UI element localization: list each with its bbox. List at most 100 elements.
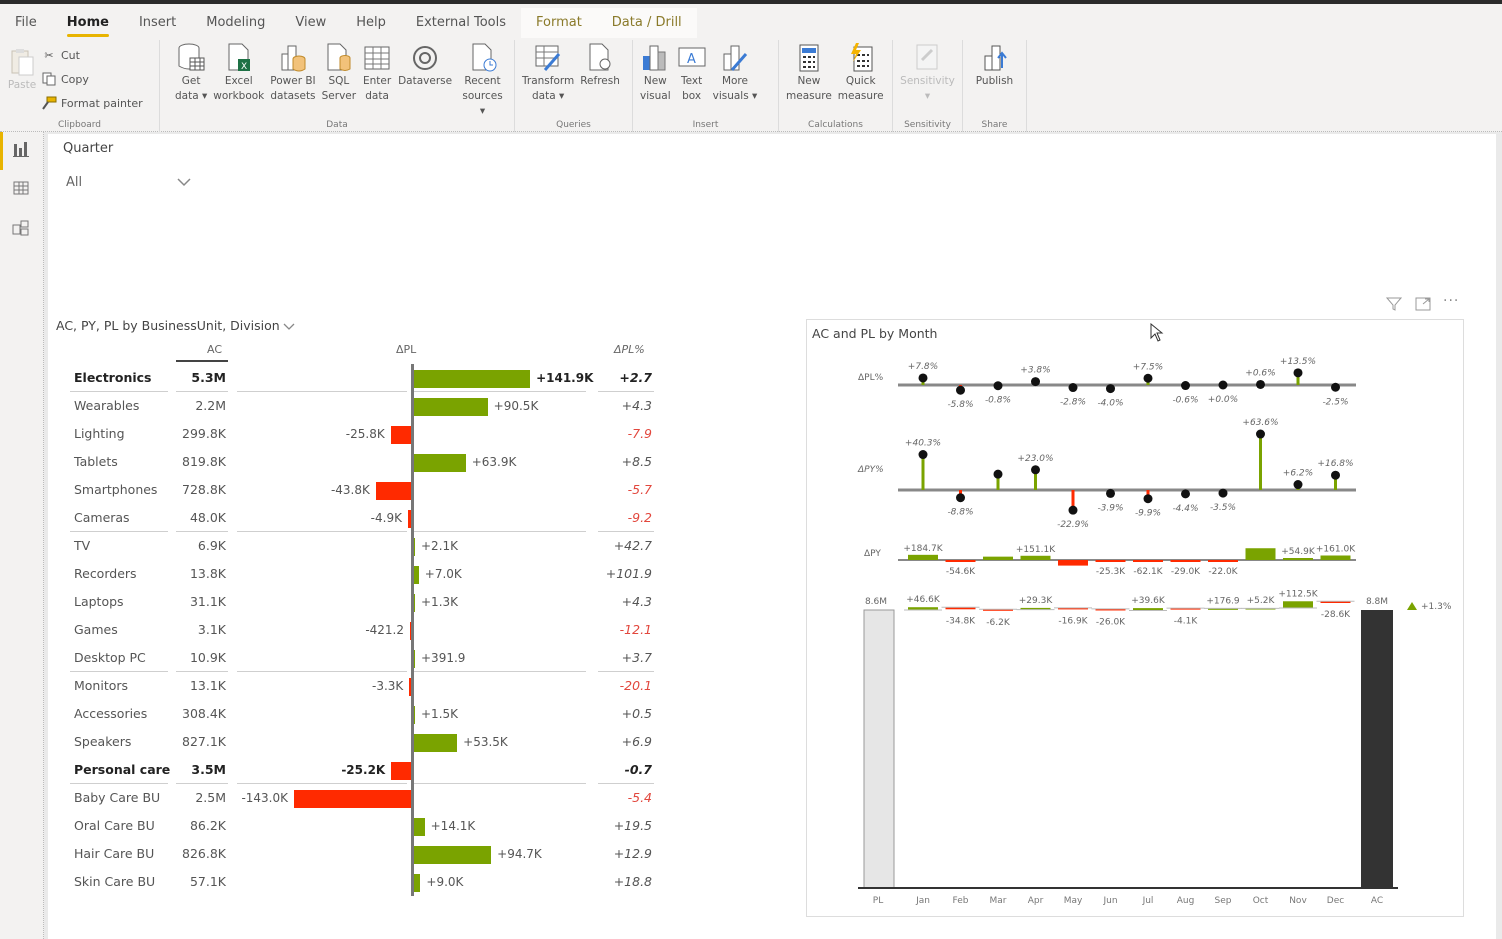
table-row[interactable]: Laptops 31.1K +1.3K +4.3 <box>70 588 660 616</box>
row-separator <box>414 391 586 392</box>
left-navigation <box>0 132 44 939</box>
model-view-button[interactable] <box>8 215 34 241</box>
delta-pl-bar[interactable] <box>413 818 425 836</box>
tab-format[interactable]: Format <box>520 8 597 38</box>
focus-mode-icon[interactable] <box>1415 297 1431 315</box>
delta-pl-label: -25.2K <box>341 763 386 777</box>
table-row[interactable]: Recorders 13.8K +7.0K +101.9 <box>70 560 660 588</box>
table-row[interactable]: Oral Care BU 86.2K +14.1K +19.5 <box>70 812 660 840</box>
table-row[interactable]: Desktop PC 10.9K +391.9 +3.7 <box>70 644 660 672</box>
tab-data-drill[interactable]: Data / Drill <box>596 8 697 38</box>
delta-pl-bar[interactable] <box>413 454 466 472</box>
recent-sources-button[interactable]: Recent sources ▾ <box>455 40 510 119</box>
more-visuals-button[interactable]: More visuals ▾ <box>710 40 761 104</box>
row-name: Smartphones <box>74 482 158 497</box>
transform-data-button[interactable]: Transform data ▾ <box>519 40 577 104</box>
dpl-pct-dot <box>1143 373 1153 383</box>
sensitivity-icon <box>912 42 942 74</box>
delta-pl-bar[interactable] <box>391 762 412 780</box>
tab-modeling[interactable]: Modeling <box>191 8 280 38</box>
drill-chevron-icon[interactable] <box>282 322 296 332</box>
tab-home[interactable]: Home <box>52 8 124 38</box>
enter-data-button[interactable]: Enter data <box>359 40 395 104</box>
data-view-button[interactable] <box>8 175 34 201</box>
dpl-pct-dot <box>956 385 965 395</box>
table-row[interactable]: Skin Care BU 57.1K +9.0K +18.8 <box>70 868 660 896</box>
header-ac: AC <box>207 343 223 356</box>
row-name: Recorders <box>74 566 137 581</box>
get-data-button[interactable]: Get data ▾ <box>172 40 210 104</box>
refresh-button[interactable]: Refresh <box>577 40 623 89</box>
quarter-slicer-dropdown[interactable]: All <box>60 167 198 197</box>
row-name: Laptops <box>74 594 124 609</box>
row-delta-pl-pct: +19.5 <box>613 818 652 833</box>
dpy-pct-label: +23.0% <box>1017 454 1053 464</box>
table-row[interactable]: Smartphones 728.8K -43.8K -5.7 <box>70 476 660 504</box>
row-name: Electronics <box>74 370 152 385</box>
table-row[interactable]: Wearables 2.2M +90.5K +4.3 <box>70 392 660 420</box>
ribbon-groups: Paste ✂ Cut Copy Format painter Clipboard… <box>0 40 1027 132</box>
table-row[interactable]: Tablets 819.8K +63.9K +8.5 <box>70 448 660 476</box>
tab-help[interactable]: Help <box>341 8 401 38</box>
filter-icon[interactable] <box>1385 297 1403 315</box>
x-axis-label: Mar <box>990 896 1007 906</box>
delta-pl-bar[interactable] <box>375 482 412 500</box>
new-measure-button[interactable]: New measure <box>783 40 835 104</box>
table-row[interactable]: Hair Care BU 826.8K +94.7K +12.9 <box>70 840 660 868</box>
tab-file[interactable]: File <box>0 8 52 38</box>
tab-external-tools[interactable]: External Tools <box>401 8 521 38</box>
x-axis-label: Jun <box>1102 896 1117 906</box>
row-separator <box>237 783 407 784</box>
delta-pl-bar[interactable] <box>413 846 492 864</box>
new-visual-button[interactable]: New visual <box>637 40 674 104</box>
delta-pl-bar[interactable] <box>413 398 488 416</box>
table-row[interactable]: TV 6.9K +2.1K +42.7 <box>70 532 660 560</box>
dpy-label: -54.6K <box>946 567 976 577</box>
waterfall-label: -16.9K <box>1058 616 1088 626</box>
quick-measure-button[interactable]: Quick measure <box>835 40 887 104</box>
row-separator <box>598 391 654 392</box>
table-row[interactable]: Electronics 5.3M +141.9K +2.7 <box>70 364 660 392</box>
tab-insert[interactable]: Insert <box>124 8 191 38</box>
table-row[interactable]: Games 3.1K -421.2 -12.1 <box>70 616 660 644</box>
table-row[interactable]: Baby Care BU 2.5M -143.0K -5.4 <box>70 784 660 812</box>
delta-pl-bar[interactable] <box>390 426 412 444</box>
cut-button[interactable]: ✂ Cut <box>40 43 143 67</box>
sql-server-button[interactable]: SQL Server <box>319 40 359 104</box>
dataverse-button[interactable]: Dataverse <box>395 40 455 89</box>
dpy-label: -62.1K <box>1133 567 1163 577</box>
copy-button[interactable]: Copy <box>40 67 143 91</box>
row-ac-value: 31.1K <box>189 594 226 609</box>
publish-button[interactable]: Publish <box>973 40 1016 89</box>
table-row[interactable]: Speakers 827.1K +53.5K +6.9 <box>70 728 660 756</box>
excel-workbook-button[interactable]: X Excel workbook <box>210 40 267 104</box>
dpy-label: -29.0K <box>1171 567 1201 577</box>
transform-data-icon <box>533 42 563 74</box>
tab-view[interactable]: View <box>280 8 341 38</box>
table-row[interactable]: Lighting 299.8K -25.8K -7.9 <box>70 420 660 448</box>
dpl-pct-label: -2.8% <box>1060 398 1086 408</box>
row-separator <box>70 783 168 784</box>
x-axis-label: PL <box>873 896 883 906</box>
row-delta-pl-pct: +0.5 <box>621 706 652 721</box>
paste-button[interactable]: Paste <box>4 44 40 93</box>
delta-pl-bar[interactable] <box>413 874 421 892</box>
delta-pl-bar[interactable] <box>413 370 531 388</box>
row-name: Accessories <box>74 706 148 721</box>
row-delta-pl-pct: +4.3 <box>621 398 652 413</box>
report-view-button[interactable] <box>8 136 34 162</box>
more-options-icon[interactable]: ··· <box>1443 293 1459 309</box>
row-ac-value: 819.8K <box>182 454 226 469</box>
delta-pl-bar[interactable] <box>413 734 458 752</box>
table-row[interactable]: Monitors 13.1K -3.3K -20.1 <box>70 672 660 700</box>
group-queries: Transform data ▾ Refresh Queries <box>515 40 633 132</box>
format-painter-button[interactable]: Format painter <box>40 91 143 115</box>
delta-pl-bar[interactable] <box>294 790 412 808</box>
text-box-button[interactable]: A Text box <box>674 40 710 104</box>
table-row[interactable]: Personal care 3.5M -25.2K -0.7 <box>70 756 660 784</box>
row-delta-pl-pct: +2.7 <box>619 370 652 385</box>
sensitivity-button[interactable]: Sensitivity ▾ <box>897 40 958 104</box>
power-bi-datasets-button[interactable]: Power BI datasets <box>267 40 318 104</box>
table-row[interactable]: Cameras 48.0K -4.9K -9.2 <box>70 504 660 532</box>
table-row[interactable]: Accessories 308.4K +1.5K +0.5 <box>70 700 660 728</box>
